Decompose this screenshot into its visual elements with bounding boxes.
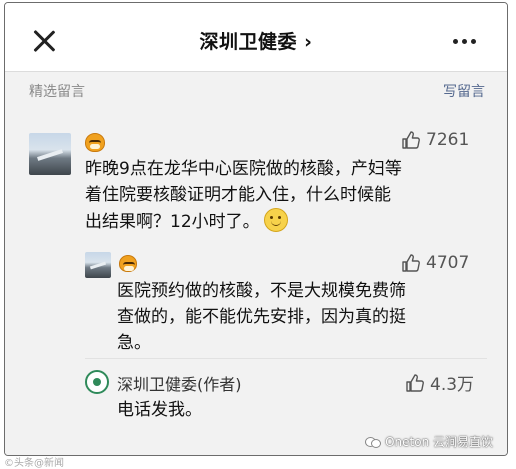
wechat-icon — [365, 436, 382, 448]
thumb-up-icon — [406, 373, 424, 392]
write-comment-link[interactable]: 写留言 — [443, 81, 485, 101]
divider — [85, 358, 487, 359]
corner-watermark: ©头条@新闻 — [4, 458, 64, 469]
account-title[interactable]: 深圳卫健委 › — [5, 27, 507, 54]
thumb-up-icon — [402, 131, 420, 149]
comment-line: 着住院要核酸证明才能入住，什么时候能 — [85, 185, 391, 205]
more-options-icon[interactable] — [453, 39, 477, 45]
smile-emoji-icon — [263, 208, 288, 232]
like-button[interactable]: 7261 — [401, 130, 469, 150]
watermark-text: Oneton 云涧易直饮 — [385, 435, 493, 449]
reply-line: 查做的，能不能优先安排，因为真的挺 — [117, 307, 406, 327]
tiger-emoji-icon — [119, 255, 137, 272]
reply-avatar[interactable] — [85, 252, 111, 278]
comment-line: 出结果啊？12小时了。 — [85, 212, 260, 232]
comment-text: 昨晚9点在龙华中心医院做的核酸，产妇等 着住院要核酸证明才能入住，什么时候能 出… — [85, 156, 402, 235]
reply-like-button[interactable]: 4707 — [401, 253, 469, 273]
comment-line-last: 出结果啊？12小时了。 — [85, 208, 402, 235]
thumb-up-icon — [402, 254, 420, 272]
reply-line: 急。 — [117, 333, 151, 353]
avatar[interactable] — [29, 133, 71, 175]
tiger-emoji-icon — [85, 133, 105, 152]
author-like-button[interactable]: 4.3万 — [405, 370, 474, 395]
reply-like-count: 4707 — [426, 253, 470, 273]
author-reply-text: 电话发我。 — [117, 400, 202, 420]
author-logo-icon[interactable] — [85, 370, 109, 394]
featured-comments-label: 精选留言 — [29, 84, 85, 100]
author-like-count: 4.3万 — [430, 375, 475, 395]
top-bar: 深圳卫健委 › — [5, 3, 507, 72]
reply-text: 医院预约做的核酸，不是大规模免费筛 查做的，能不能优先安排，因为真的挺 急。 — [117, 278, 406, 356]
comment-line: 昨晚9点在龙华中心医院做的核酸，产妇等 — [85, 159, 402, 179]
article-comments-screen: 深圳卫健委 › 精选留言 写留言 7261 昨晚9点在龙华中心医院做的核酸，产妇… — [4, 2, 508, 456]
like-count: 7261 — [426, 130, 470, 150]
reply-line: 医院预约做的核酸，不是大规模免费筛 — [117, 281, 406, 301]
source-watermark: Oneton 云涧易直饮 — [365, 433, 493, 450]
author-name[interactable]: 深圳卫健委(作者) — [117, 371, 242, 395]
comments-section: 精选留言 写留言 7261 昨晚9点在龙华中心医院做的核酸，产妇等 着住院要核酸… — [5, 72, 507, 455]
